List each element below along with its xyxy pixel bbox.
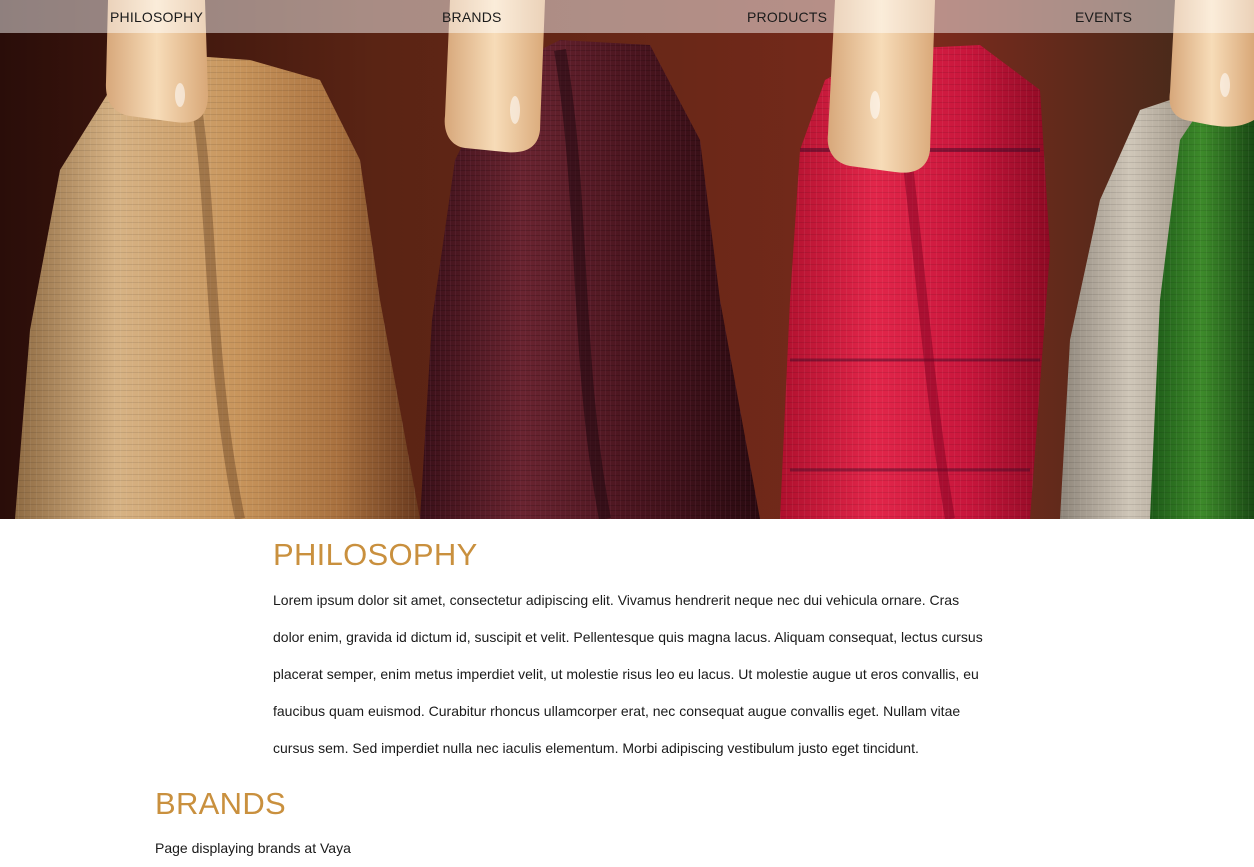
philosophy-heading: PHILOSOPHY [273, 537, 478, 572]
brands-heading: BRANDS [155, 786, 286, 821]
philosophy-paragraph: Lorem ipsum dolor sit amet, consectetur … [273, 592, 983, 756]
nav-link-brands[interactable]: BRANDS [442, 9, 502, 25]
hero-image [0, 0, 1254, 519]
nav-link-products[interactable]: PRODUCTS [747, 9, 827, 25]
nav-link-events[interactable]: EVENTS [1075, 9, 1132, 25]
top-navigation-bar: PHILOSOPHY BRANDS PRODUCTS EVENTS [0, 0, 1254, 33]
nav-link-philosophy[interactable]: PHILOSOPHY [110, 9, 203, 25]
brands-description: Page displaying brands at Vaya [155, 840, 351, 856]
